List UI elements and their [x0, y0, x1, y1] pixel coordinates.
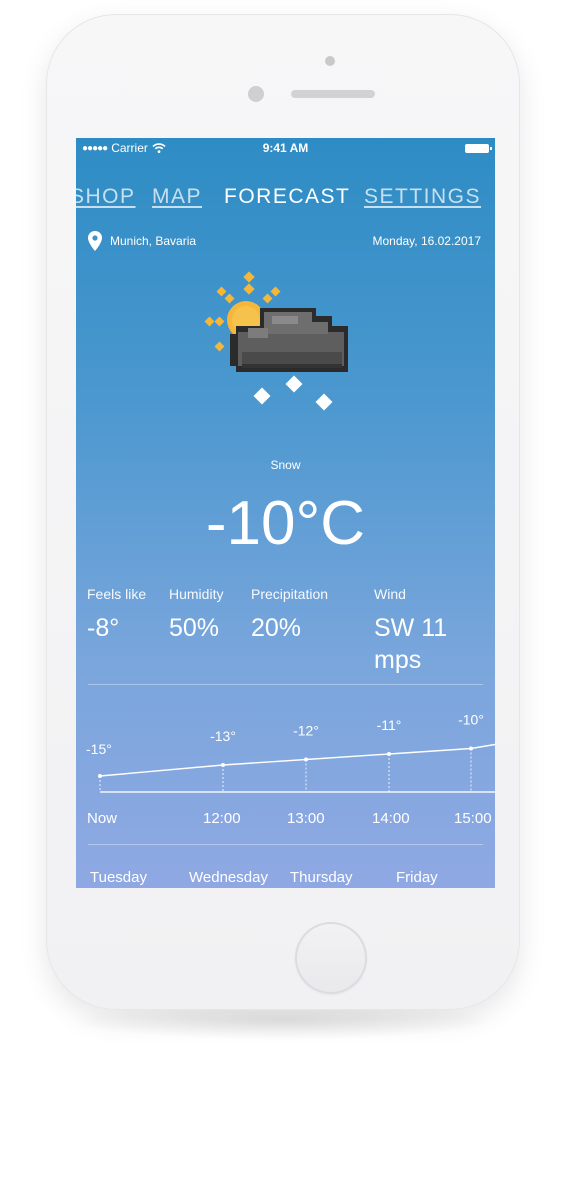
- chart-series-line: [99, 743, 495, 777]
- metric-label: Feels like: [87, 586, 147, 602]
- metric-value: SW 11 mps: [374, 614, 448, 674]
- metric-value: 50%: [169, 614, 220, 642]
- metric-label: Precipitation: [251, 586, 329, 602]
- chart-point: [98, 774, 102, 778]
- day-tab-thursday[interactable]: Thursday: [290, 869, 353, 886]
- hourly-temperature-chart: -15° -13° -12° -11° -10°: [86, 712, 495, 793]
- earpiece-speaker: [291, 90, 375, 98]
- hour-label-now: Now: [87, 810, 118, 827]
- hour-label: 12:00: [203, 810, 241, 827]
- chart-point-label: -10°: [458, 712, 484, 728]
- metric-label: Humidity: [169, 586, 224, 602]
- map-pin-icon: [88, 231, 102, 251]
- sensor-dot: [325, 56, 335, 66]
- metric-precipitation: Precipitation 20%: [251, 586, 328, 644]
- hour-label: 14:00: [372, 810, 410, 827]
- location-label: Munich, Bavaria: [110, 234, 197, 248]
- day-tab-tuesday[interactable]: Tuesday: [90, 869, 147, 886]
- tab-shop[interactable]: SHOP: [76, 185, 136, 209]
- day-tab-wednesday[interactable]: Wednesday: [189, 869, 268, 886]
- divider: [88, 844, 483, 845]
- status-bar: ●●●●● Carrier 9:41 AM: [76, 138, 495, 158]
- home-button[interactable]: [295, 922, 367, 994]
- app-screen: ●●●●● Carrier 9:41 AM SHOP MAP FORECAST …: [76, 138, 495, 888]
- location[interactable]: Munich, Bavaria: [88, 231, 196, 251]
- front-camera: [248, 86, 264, 102]
- status-time: 9:41 AM: [262, 141, 309, 155]
- current-temperature: -10°C: [205, 489, 366, 558]
- metric-value: 20%: [251, 614, 302, 642]
- tab-map[interactable]: MAP: [152, 185, 202, 209]
- chart-point-label: -11°: [377, 717, 402, 733]
- current-date: Monday, 16.02.2017: [372, 234, 481, 248]
- chart-point-label: -15°: [86, 741, 112, 757]
- hour-label: 13:00: [287, 810, 325, 827]
- divider: [88, 684, 483, 685]
- metric-humidity: Humidity 50%: [169, 586, 223, 644]
- hour-label: 15:00: [454, 810, 492, 827]
- metric-value: -8°: [87, 614, 120, 642]
- metric-label: Wind: [374, 586, 406, 602]
- day-tab-friday[interactable]: Friday: [396, 869, 438, 886]
- metric-wind: Wind SW 11 mps: [374, 586, 484, 676]
- chart-point: [221, 763, 225, 767]
- metric-feels-like: Feels like -8°: [87, 586, 146, 644]
- sun-behind-cloud-with-snow-icon: [204, 271, 348, 411]
- battery-icon: [465, 144, 492, 153]
- condition-label: Snow: [270, 458, 301, 472]
- chart-point-label: -12°: [293, 723, 319, 739]
- tab-forecast[interactable]: FORECAST: [224, 185, 350, 209]
- chart-point: [469, 746, 473, 751]
- tab-settings[interactable]: SETTINGS: [364, 185, 481, 209]
- chart-point: [387, 752, 391, 756]
- top-nav: SHOP MAP FORECAST SETTINGS: [76, 182, 495, 212]
- chart-point: [304, 757, 308, 762]
- chart-point-label: -13°: [210, 728, 236, 744]
